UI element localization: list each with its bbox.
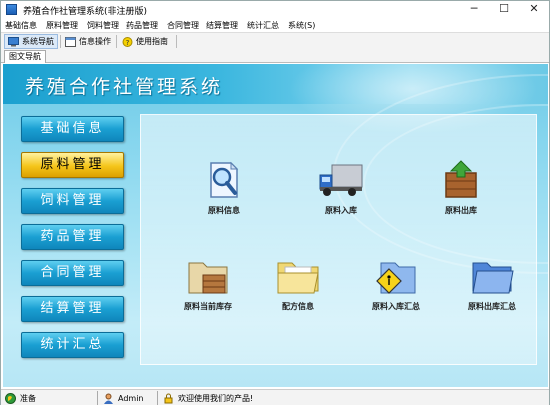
- box-export-icon: [438, 159, 484, 201]
- toolbar-system-nav-button[interactable]: 系统导航: [4, 34, 58, 49]
- item-label: 配方信息: [282, 302, 314, 311]
- menu-item-feed[interactable]: 饲料管理: [87, 20, 119, 31]
- status-ready: 准备: [5, 392, 36, 404]
- toolbar-label: 使用指南: [136, 37, 168, 46]
- search-document-icon: [201, 159, 247, 201]
- tab-graphic-nav[interactable]: 图文导航: [4, 50, 46, 63]
- menu-item-basic-info[interactable]: 基础信息: [5, 20, 37, 31]
- close-button[interactable]: ✕: [519, 1, 549, 18]
- nav-button-material[interactable]: 原料管理: [21, 152, 124, 178]
- menu-item-contract[interactable]: 合同管理: [167, 20, 199, 31]
- nav-button-feed[interactable]: 饲料管理: [21, 188, 124, 214]
- menu-item-statistics[interactable]: 统计汇总: [247, 20, 279, 31]
- nav-button-settlement[interactable]: 结算管理: [21, 296, 124, 322]
- folder-open-icon: [275, 255, 321, 297]
- item-outbound-summary[interactable]: 原料出库汇总: [447, 255, 537, 312]
- window-title: 养殖合作社管理系统(非注册版): [23, 7, 148, 17]
- menu-item-settlement[interactable]: 结算管理: [206, 20, 238, 31]
- main-area: 养殖合作社管理系统 基础信息 原料管理 饲料管理 药品管理 合同管理 结算管理 …: [3, 64, 548, 387]
- item-label: 原料出库汇总: [468, 302, 516, 311]
- status-separator: [97, 391, 98, 405]
- item-label: 原料信息: [208, 206, 240, 215]
- folder-box-icon: [185, 255, 231, 297]
- help-icon: ?: [122, 36, 133, 47]
- status-user-text: Admin: [118, 393, 144, 403]
- toolbar-label: 系统导航: [22, 37, 54, 46]
- status-welcome: 欢迎使用我们的产品!: [163, 392, 253, 404]
- toolbar-guide-button[interactable]: ? 使用指南: [122, 34, 168, 49]
- menu-item-medicine[interactable]: 药品管理: [126, 20, 158, 31]
- truck-icon: [318, 159, 364, 201]
- system-title: 养殖合作社管理系统: [25, 76, 224, 98]
- tab-strip: 图文导航: [1, 49, 549, 63]
- toolbar-separator: [60, 35, 61, 48]
- blue-folder-icon: [469, 255, 515, 297]
- status-welcome-text: 欢迎使用我们的产品!: [178, 393, 254, 403]
- title-bar: 养殖合作社管理系统(非注册版) ─ ☐ ✕: [1, 1, 549, 18]
- app-icon: [6, 4, 17, 15]
- menu-item-system[interactable]: 系统(S): [288, 20, 315, 31]
- menu-item-material[interactable]: 原料管理: [46, 20, 78, 31]
- maximize-button[interactable]: ☐: [489, 1, 519, 18]
- nav-button-statistics[interactable]: 统计汇总: [21, 332, 124, 358]
- nav-button-contract[interactable]: 合同管理: [21, 260, 124, 286]
- status-bar: 准备 Admin 欢迎使用我们的产品!: [1, 389, 549, 405]
- item-label: 原料入库: [325, 206, 357, 215]
- status-ready-text: 准备: [20, 393, 36, 403]
- app-window: 养殖合作社管理系统(非注册版) ─ ☐ ✕ 基础信息 原料管理 饲料管理 药品管…: [0, 0, 550, 405]
- svg-text:?: ?: [126, 39, 130, 47]
- toolbar-separator: [116, 35, 117, 48]
- content-panel: 原料信息 原料入库 原料出库 原料当前库存 配方信息 原料入库汇总 原料出库汇总: [140, 114, 537, 365]
- item-label: 原料出库: [445, 206, 477, 215]
- item-label: 原料当前库存: [184, 302, 232, 311]
- toolbar: 系统导航 信息操作 ? 使用指南: [1, 32, 549, 49]
- menu-bar: 基础信息 原料管理 饲料管理 药品管理 合同管理 结算管理 统计汇总 系统(S): [1, 18, 549, 32]
- user-icon: [104, 393, 113, 404]
- item-material-info[interactable]: 原料信息: [179, 159, 269, 216]
- status-separator: [157, 391, 158, 405]
- item-label: 原料入库汇总: [372, 302, 420, 311]
- nav-button-medicine[interactable]: 药品管理: [21, 224, 124, 250]
- monitor-icon: [8, 36, 19, 46]
- folder-sign-icon: [373, 255, 419, 297]
- lock-icon: [164, 393, 173, 403]
- item-formula-info[interactable]: 配方信息: [253, 255, 343, 312]
- item-inbound-summary[interactable]: 原料入库汇总: [351, 255, 441, 312]
- minimize-button[interactable]: ─: [459, 1, 489, 18]
- status-user: Admin: [103, 392, 144, 404]
- status-globe-icon: [5, 392, 16, 404]
- item-material-inbound[interactable]: 原料入库: [296, 159, 386, 216]
- nav-button-basic-info[interactable]: 基础信息: [21, 116, 124, 142]
- toolbar-info-button[interactable]: 信息操作: [65, 34, 111, 49]
- item-material-outbound[interactable]: 原料出库: [416, 159, 506, 216]
- item-material-stock[interactable]: 原料当前库存: [163, 255, 253, 312]
- toolbar-label: 信息操作: [79, 37, 111, 46]
- window-icon: [65, 36, 76, 47]
- toolbar-separator: [176, 35, 177, 48]
